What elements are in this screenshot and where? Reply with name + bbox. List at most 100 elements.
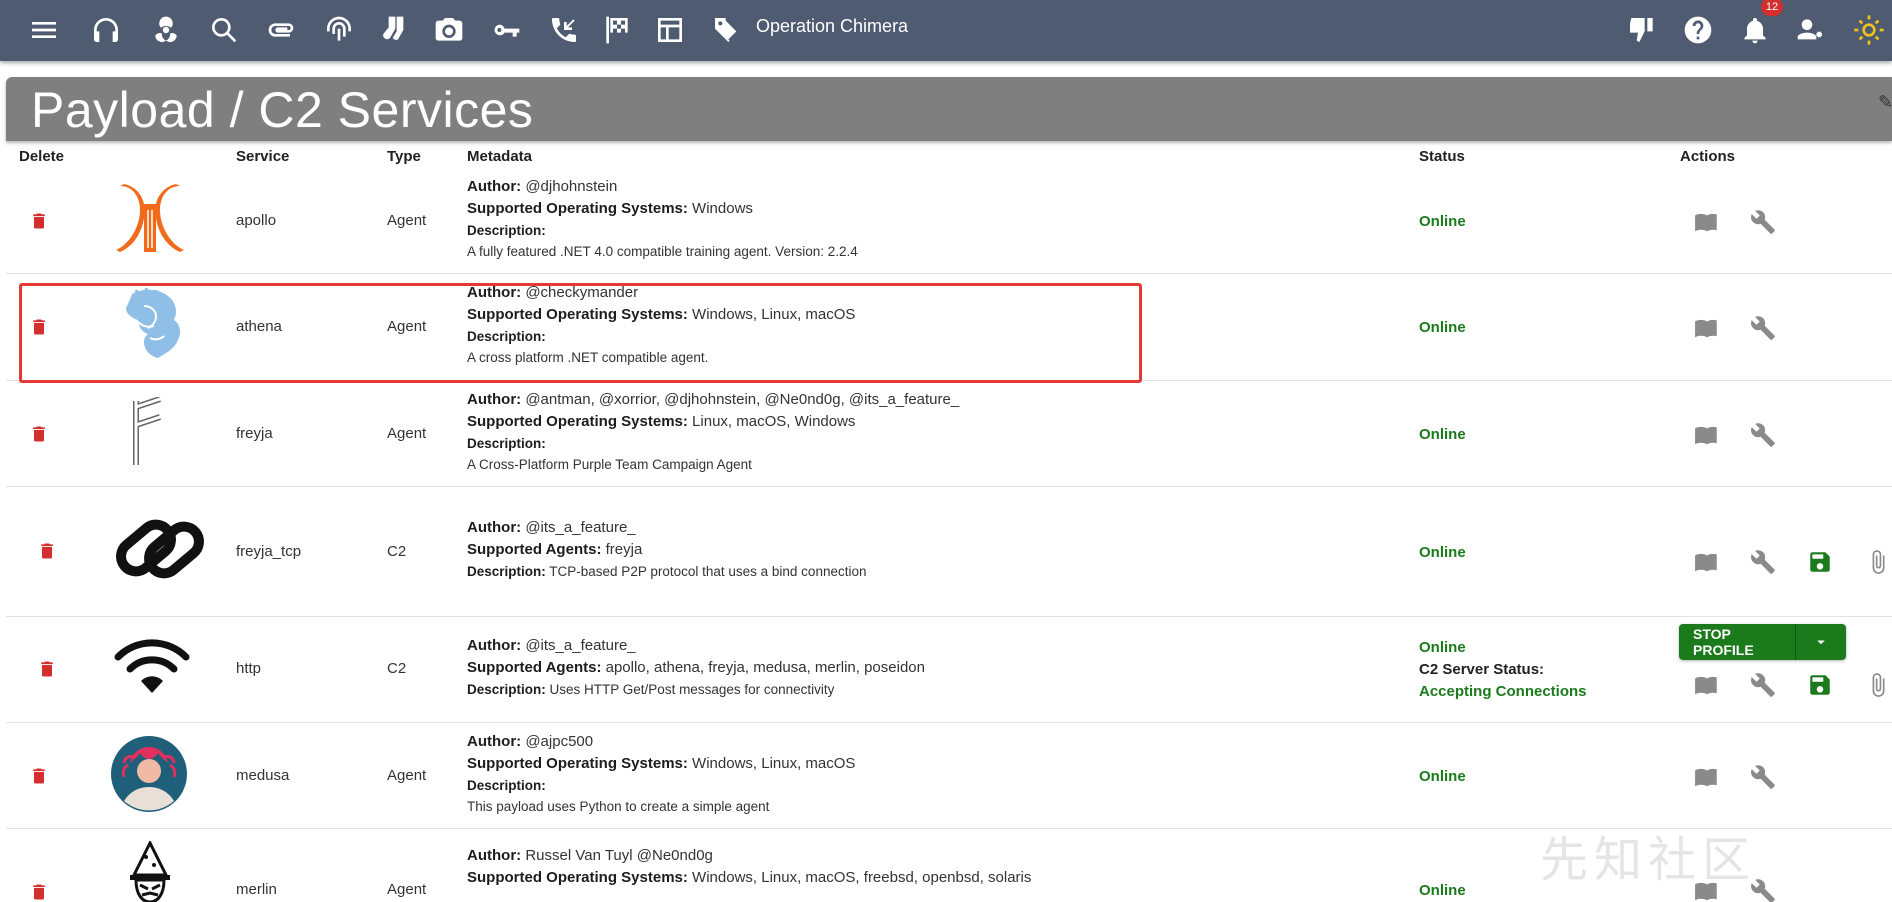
header-actions: Actions	[1680, 148, 1736, 165]
chevron-down-icon[interactable]	[1796, 633, 1846, 651]
athena-logo	[114, 286, 190, 364]
stop-profile-label: STOP PROFILE	[1693, 626, 1754, 658]
apollo-logo	[110, 180, 190, 260]
watermark: 先知社区	[1540, 834, 1757, 887]
documentation-icon[interactable]	[1692, 313, 1722, 343]
description: TCP-based P2P protocol that uses a bind …	[549, 564, 867, 579]
thumb-down-flag-icon[interactable]	[1622, 10, 1662, 50]
service-name: merlin	[236, 881, 277, 898]
service-name: apollo	[236, 212, 277, 229]
expand-icon[interactable]: ✎	[1878, 92, 1892, 113]
stop-profile-button[interactable]: STOP PROFILE	[1679, 624, 1846, 660]
metadata: Author: @ajpc500 Supported Operating Sys…	[467, 731, 855, 817]
description: A Cross-Platform Purple Team Campaign Ag…	[467, 457, 752, 472]
delete-icon[interactable]	[29, 881, 49, 902]
wrench-icon[interactable]	[1748, 547, 1778, 577]
phone-callback-icon[interactable]	[544, 10, 584, 50]
camera-icon[interactable]	[429, 10, 469, 50]
header-delete: Delete	[19, 148, 65, 165]
table-row: freyja Agent Author: @antman, @xorrior, …	[6, 381, 1892, 487]
tag-icon[interactable]	[707, 10, 747, 50]
documentation-icon[interactable]	[1692, 762, 1722, 792]
wrench-icon[interactable]	[1748, 670, 1778, 700]
author: @its_a_feature_	[525, 637, 636, 654]
author: @ajpc500	[525, 733, 594, 750]
delete-icon[interactable]	[37, 658, 57, 685]
status-badge: Online	[1419, 319, 1466, 336]
metadata: Author: @its_a_feature_ Supported Agents…	[467, 637, 925, 697]
attachment-icon[interactable]	[1863, 670, 1892, 700]
user-settings-icon[interactable]	[1791, 10, 1831, 50]
socks-icon[interactable]	[374, 10, 414, 50]
documentation-icon[interactable]	[1692, 670, 1722, 700]
wrench-icon[interactable]	[1748, 207, 1778, 237]
save-icon[interactable]	[1805, 670, 1835, 700]
author: @its_a_feature_	[525, 519, 636, 536]
author: Russel Van Tuyl @Ne0nd0g	[525, 847, 713, 864]
service-type: Agent	[387, 881, 427, 898]
help-icon[interactable]	[1678, 10, 1718, 50]
key-icon[interactable]	[486, 10, 526, 50]
status-badge: Online	[1419, 768, 1466, 785]
save-icon[interactable]	[1805, 547, 1835, 577]
page-title-banner: Payload / C2 Services	[6, 77, 1892, 141]
header-metadata: Metadata	[467, 148, 533, 165]
service-type: Agent	[387, 212, 427, 229]
table-icon[interactable]	[650, 10, 690, 50]
author: @checkymander	[525, 284, 639, 301]
bell-icon[interactable]	[1735, 10, 1775, 50]
wrench-icon[interactable]	[1748, 762, 1778, 792]
author: @djhohnstein	[525, 178, 618, 195]
metadata: Author: @its_a_feature_ Supported Agents…	[467, 519, 867, 579]
delete-icon[interactable]	[29, 423, 49, 450]
status-badge: Online	[1419, 639, 1466, 656]
description: A cross platform .NET compatible agent.	[467, 350, 709, 365]
service-name: medusa	[236, 767, 290, 784]
service-type: Agent	[387, 425, 427, 442]
sun-icon[interactable]	[1849, 10, 1889, 50]
top-app-bar: Operation Chimera 12	[0, 0, 1892, 61]
supported-os: Linux, macOS, Windows	[692, 413, 856, 430]
status-badge: Online	[1419, 426, 1466, 443]
page-title: Payload / C2 Services	[31, 82, 534, 138]
status-badge: Online	[1419, 544, 1466, 561]
table-row: apollo Agent Author: @djhohnstein Suppor…	[6, 168, 1892, 274]
service-type: Agent	[387, 318, 427, 335]
description: Uses HTTP Get/Post messages for connecti…	[549, 682, 835, 697]
delete-icon[interactable]	[29, 316, 49, 343]
search-icon[interactable]	[204, 10, 244, 50]
metadata: Author: @antman, @xorrior, @djhohnstein,…	[467, 389, 959, 475]
service-type: C2	[387, 543, 407, 560]
supported-os: Windows, Linux, macOS, freebsd, openbsd,…	[692, 869, 1032, 886]
fingerprint-icon[interactable]	[319, 10, 359, 50]
delete-icon[interactable]	[29, 765, 49, 792]
service-name: freyja_tcp	[236, 543, 302, 560]
paperclip-icon[interactable]	[262, 10, 302, 50]
wrench-icon[interactable]	[1748, 420, 1778, 450]
table-row: http C2 Author: @its_a_feature_ Supporte…	[6, 617, 1892, 723]
medusa-logo	[110, 735, 188, 813]
headphones-icon[interactable]	[86, 10, 126, 50]
supported-os: Windows, Linux, macOS	[692, 306, 856, 323]
notification-badge: 12	[1761, 0, 1783, 16]
delete-icon[interactable]	[37, 540, 57, 567]
delete-icon[interactable]	[29, 210, 49, 237]
header-status: Status	[1419, 148, 1465, 165]
wrench-icon[interactable]	[1748, 313, 1778, 343]
menu-icon[interactable]	[24, 10, 64, 50]
table-row: medusa Agent Author: @ajpc500 Supported …	[6, 723, 1892, 829]
freyja-logo	[124, 396, 174, 469]
metadata: Author: @djhohnstein Supported Operating…	[467, 176, 858, 262]
attachment-icon[interactable]	[1863, 547, 1892, 577]
documentation-icon[interactable]	[1692, 207, 1722, 237]
operation-name[interactable]: Operation Chimera	[756, 16, 908, 36]
status-block: Online C2 Server Status: Accepting Conne…	[1419, 637, 1587, 703]
checkered-flag-icon[interactable]	[597, 10, 637, 50]
header-service: Service	[236, 148, 290, 165]
biohazard-icon[interactable]	[146, 10, 186, 50]
documentation-icon[interactable]	[1692, 547, 1722, 577]
service-type: Agent	[387, 767, 427, 784]
c2-server-status-label: C2 Server Status:	[1419, 661, 1545, 678]
documentation-icon[interactable]	[1692, 420, 1722, 450]
c2-server-status: Accepting Connections	[1419, 683, 1587, 700]
